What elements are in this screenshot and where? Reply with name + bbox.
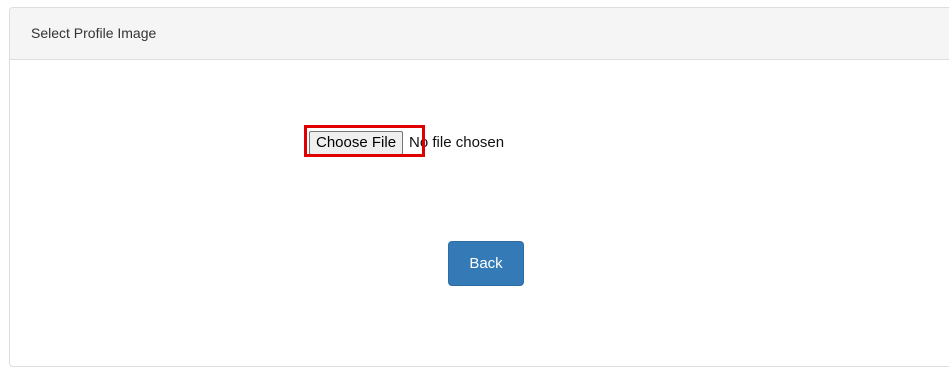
profile-image-panel: Select Profile Image Choose File No file…: [9, 7, 949, 367]
file-status-text: No file chosen: [409, 134, 505, 151]
back-button[interactable]: Back: [448, 241, 524, 286]
panel-heading: Select Profile Image: [10, 8, 949, 60]
panel-title: Select Profile Image: [31, 25, 157, 41]
choose-file-button[interactable]: Choose File: [309, 131, 404, 155]
file-input[interactable]: Choose File No file chosen: [304, 125, 505, 157]
